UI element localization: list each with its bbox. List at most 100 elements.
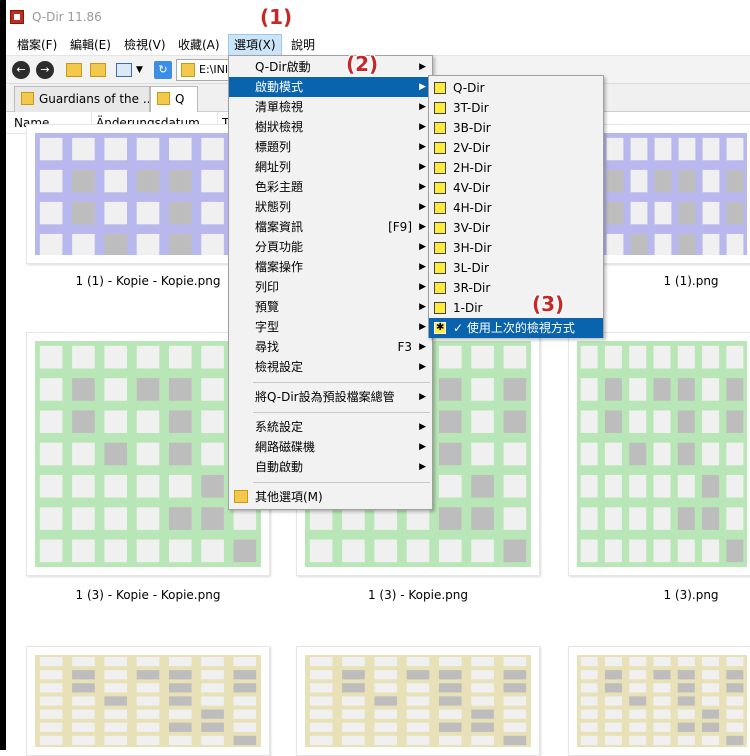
menu-item-label: 樹狀檢視 [255, 120, 304, 134]
menu-item-label: 網址列 [255, 160, 292, 174]
menu-item-list-view[interactable]: 清單檢視 ▶ [229, 97, 432, 117]
submenu-item-last-view[interactable]: ✓ 使用上次的檢視方式 [429, 318, 603, 338]
submenu-item-3v[interactable]: 3V-Dir [429, 218, 603, 238]
submenu-item-3h[interactable]: 3H-Dir [429, 238, 603, 258]
tab-guardians[interactable]: Guardians of the ... [14, 86, 150, 112]
menu-item-tabs[interactable]: 分頁功能 ▶ [229, 237, 432, 257]
menu-item-label: 字型 [255, 320, 280, 334]
view-dropdown-button[interactable]: ▼ [136, 61, 154, 79]
file-caption[interactable]: 1 (3) - Kopie.png [296, 588, 540, 602]
menu-view[interactable]: 檢視(V) [119, 34, 171, 56]
thumbnail-image [577, 655, 747, 747]
menu-item-preview[interactable]: 預覽 ▶ [229, 297, 432, 317]
submenu-arrow-icon: ▶ [419, 442, 426, 452]
menu-item-title-bar[interactable]: 標題列 ▶ [229, 137, 432, 157]
layout-3r-icon [434, 282, 446, 294]
layout-2v-icon [434, 142, 446, 154]
menu-item-tree-view[interactable]: 樹狀檢視 ▶ [229, 117, 432, 137]
annotation-step-2: (2) [346, 52, 379, 76]
submenu-item-label: 3H-Dir [453, 241, 492, 255]
submenu-item-3b[interactable]: 3B-Dir [429, 118, 603, 138]
menu-item-label: 自動啟動 [255, 460, 304, 474]
menu-item-font[interactable]: 字型 ▶ [229, 317, 432, 337]
submenu-item-4v[interactable]: 4V-Dir [429, 178, 603, 198]
folder-icon [157, 92, 170, 105]
file-thumbnail[interactable] [296, 646, 540, 756]
submenu-item-label: 2V-Dir [453, 141, 490, 155]
layout-3h-icon [434, 242, 446, 254]
last-view-icon [434, 318, 446, 338]
menu-item-startup-mode[interactable]: 啟動模式 ▶ [229, 77, 432, 97]
forward-button[interactable]: → [36, 61, 54, 79]
menu-item-status-bar[interactable]: 狀態列 ▶ [229, 197, 432, 217]
menu-item-file-info[interactable]: 檔案資訊 [F9] ▶ [229, 217, 432, 237]
options-menu: Q-Dir啟動 ▶ 啟動模式 ▶ 清單檢視 ▶ 樹狀檢視 ▶ 標題列 ▶ 網址列 ▶ 色彩主… [228, 55, 433, 510]
submenu-arrow-icon: ▶ [419, 392, 426, 402]
submenu-item-2v[interactable]: 2V-Dir [429, 138, 603, 158]
menu-item-shortcut: [F9] [388, 220, 412, 234]
menu-item-color-theme[interactable]: 色彩主題 ▶ [229, 177, 432, 197]
menu-favorites[interactable]: 收藏(A) [173, 34, 225, 56]
file-thumbnail[interactable] [568, 332, 750, 576]
submenu-arrow-icon: ▶ [419, 82, 426, 92]
submenu-item-qdir[interactable]: Q-Dir [429, 78, 603, 98]
menu-item-qdir-startup[interactable]: Q-Dir啟動 ▶ [229, 57, 432, 77]
view-mode-button[interactable] [116, 63, 132, 77]
submenu-arrow-icon: ▶ [419, 182, 426, 192]
back-button[interactable]: ← [12, 61, 30, 79]
menu-item-label: 檔案操作 [255, 260, 304, 274]
file-caption[interactable]: 1 (3) - Kopie - Kopie.png [26, 588, 270, 602]
arrow-right-icon: → [40, 63, 50, 76]
menu-item-set-default-explorer[interactable]: 將Q-Dir設為預設檔案總管 ▶ [229, 387, 432, 407]
file-caption[interactable]: 1 (1).png [606, 274, 750, 288]
checkmark-icon: ✓ [453, 321, 464, 335]
layout-2h-icon [434, 162, 446, 174]
menu-item-other-options[interactable]: 其他選項(M) [229, 487, 432, 507]
menu-item-file-operations[interactable]: 檔案操作 ▶ [229, 257, 432, 277]
submenu-item-4h[interactable]: 4H-Dir [429, 198, 603, 218]
menu-item-label: 其他選項(M) [255, 490, 323, 504]
tab-q[interactable]: Q [150, 86, 198, 112]
file-caption[interactable]: 1 (3).png [606, 588, 750, 602]
menu-item-address-bar[interactable]: 網址列 ▶ [229, 157, 432, 177]
menu-item-system-settings[interactable]: 系統設定 ▶ [229, 417, 432, 437]
refresh-icon: ↻ [158, 63, 168, 76]
submenu-item-label: 3R-Dir [453, 281, 491, 295]
menu-item-autostart[interactable]: 自動啟動 ▶ [229, 457, 432, 477]
submenu-arrow-icon: ▶ [419, 102, 426, 112]
submenu-item-3r[interactable]: 3R-Dir [429, 278, 603, 298]
layout-3b-icon [434, 122, 446, 134]
menu-item-label: 網路磁碟機 [255, 440, 316, 454]
submenu-arrow-icon: ▶ [419, 462, 426, 472]
menu-item-view-settings[interactable]: 檢視設定 ▶ [229, 357, 432, 377]
layout-3t-icon [434, 102, 446, 114]
submenu-item-label: 2H-Dir [453, 161, 492, 175]
new-folder-button[interactable] [90, 63, 106, 77]
layout-quad-icon [434, 82, 446, 94]
menu-item-print[interactable]: 列印 ▶ [229, 277, 432, 297]
submenu-item-label: 1-Dir [453, 301, 483, 315]
menu-item-network-drive[interactable]: 網路磁碟機 ▶ [229, 437, 432, 457]
refresh-button[interactable]: ↻ [154, 61, 172, 79]
app-icon [10, 10, 24, 24]
up-folder-button[interactable] [66, 63, 82, 77]
tab-label: Q [175, 92, 185, 106]
file-thumbnail[interactable] [26, 646, 270, 756]
menu-options[interactable]: 選項(X) [228, 34, 282, 56]
submenu-arrow-icon: ▶ [419, 362, 426, 372]
caret-down-icon: ▼ [136, 65, 143, 75]
menu-help[interactable]: 說明 [286, 34, 320, 56]
address-bar[interactable]: E:\INI [176, 59, 236, 81]
file-thumbnail[interactable] [568, 646, 750, 756]
submenu-item-2h[interactable]: 2H-Dir [429, 158, 603, 178]
submenu-item-3l[interactable]: 3L-Dir [429, 258, 603, 278]
layout-4h-icon [434, 202, 446, 214]
menu-item-find[interactable]: 尋找 F3 ▶ [229, 337, 432, 357]
submenu-item-3t[interactable]: 3T-Dir [429, 98, 603, 118]
startup-mode-submenu: Q-Dir 3T-Dir 3B-Dir 2V-Dir 2H-Dir 4V-Dir… [428, 75, 604, 338]
menu-edit[interactable]: 編輯(E) [65, 34, 116, 56]
tab-label: Guardians of the ... [39, 92, 150, 106]
submenu-item-1[interactable]: 1-Dir [429, 298, 603, 318]
menu-file[interactable]: 檔案(F) [12, 34, 62, 56]
menu-item-label: 列印 [255, 280, 280, 294]
